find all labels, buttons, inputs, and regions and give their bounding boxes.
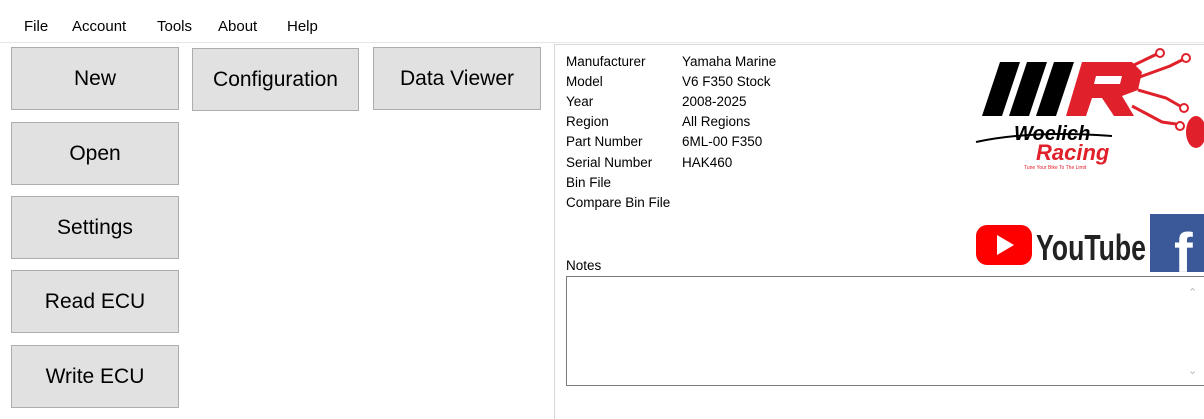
facebook-icon[interactable]: f [1150,214,1204,272]
scroll-up-icon[interactable]: ⌃ [1188,286,1197,299]
menu-bar: File Account Tools About Help [0,0,1204,43]
region-label: Region [566,114,609,129]
settings-button[interactable]: Settings [11,196,179,259]
serial-number-value: HAK460 [682,155,733,170]
compare-bin-file-label: Compare Bin File [566,195,671,210]
notes-label: Notes [566,258,602,273]
data-viewer-button[interactable]: Data Viewer [373,47,541,110]
part-number-value: 6ML-00 F350 [682,134,763,149]
bin-file-label: Bin File [566,175,612,190]
model-label: Model [566,74,603,89]
menu-account[interactable]: Account [72,18,126,36]
manufacturer-label: Manufacturer [566,54,646,69]
menu-file[interactable]: File [24,18,48,36]
new-button[interactable]: New [11,47,179,110]
brand-tagline: Tune Your Bike To The Limit [1024,165,1087,171]
notes-textarea[interactable] [566,276,1204,386]
configuration-button[interactable]: Configuration [192,48,359,111]
year-value: 2008-2025 [682,94,747,109]
region-value: All Regions [682,114,751,129]
read-ecu-button[interactable]: Read ECU [11,270,179,333]
model-value: V6 F350 Stock [682,74,771,89]
scroll-down-icon[interactable]: ⌄ [1188,364,1197,377]
year-label: Year [566,94,594,109]
menu-tools[interactable]: Tools [157,18,192,36]
write-ecu-button[interactable]: Write ECU [11,345,179,408]
facebook-glyph: f [1174,221,1193,272]
youtube-wordmark: YouTube [1036,227,1146,268]
serial-number-label: Serial Number [566,155,653,170]
menu-help[interactable]: Help [287,18,318,36]
manufacturer-value: Yamaha Marine [682,54,777,69]
brand-line2: Racing [1036,140,1110,165]
youtube-icon[interactable]: YouTube [976,220,1148,270]
menu-about[interactable]: About [218,18,257,36]
woelich-racing-logo: Woelich Racing Tune Your Bike To The Lim… [975,48,1204,171]
part-number-label: Part Number [566,134,643,149]
open-button[interactable]: Open [11,122,179,185]
